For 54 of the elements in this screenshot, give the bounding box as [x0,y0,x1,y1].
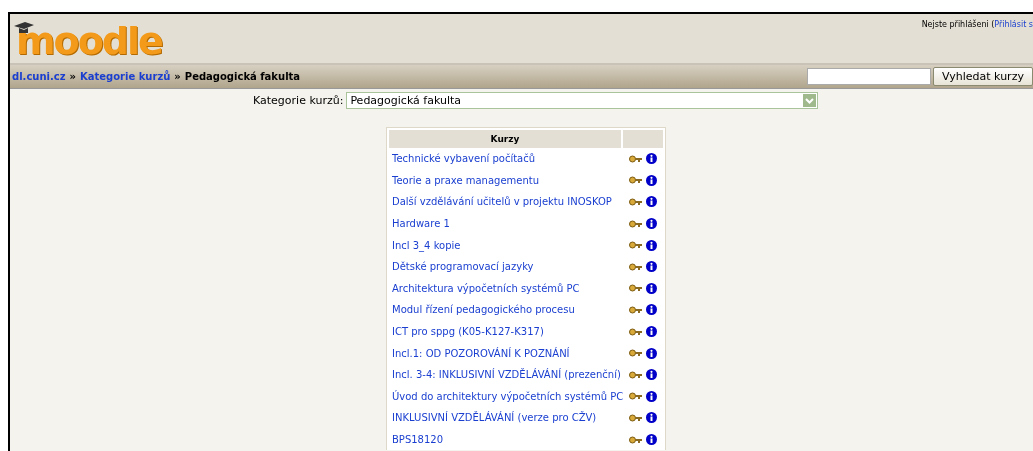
breadcrumb-separator: » [174,71,181,82]
course-link[interactable]: ICT pro sppg (K05-K127-K317) [389,326,629,338]
key-icon [629,154,643,163]
info-icon[interactable] [646,196,657,208]
breadcrumb-separator: » [69,71,76,82]
search-field[interactable] [807,68,931,85]
key-icon [629,327,643,336]
key-icon [629,241,643,250]
course-link[interactable]: Technické vybavení počítačů [389,153,629,165]
info-icon[interactable] [646,261,657,273]
course-link[interactable]: Incl 3_4 kopie [389,239,629,251]
key-icon [629,413,643,422]
course-link[interactable]: Další vzdělávání učitelů v projektu INOSKOP [389,196,629,208]
info-icon[interactable] [646,347,657,359]
category-label: Kategorie kurzů: [253,93,344,107]
course-link[interactable]: Modul řízení pedagogického procesu [389,304,629,316]
login-link[interactable]: Přihlásit s [994,20,1033,63]
course-link[interactable]: Architektura výpočetních systémů PC [389,282,629,294]
key-icon [629,284,643,293]
info-icon[interactable] [646,239,657,251]
column-header: Kurzy [389,130,621,148]
key-icon [629,305,643,314]
course-link[interactable]: Incl. 3-4: INKLUSIVNÍ VZDĚLÁVÁNÍ (prezenční) [389,369,629,381]
breadcrumb-link[interactable]: Kategorie kurzů [80,71,171,82]
breadcrumb-link[interactable]: dl.cuni.cz [12,71,66,82]
info-icon[interactable] [646,304,657,316]
course-link[interactable]: Teorie a praxe managementu [389,174,629,186]
breadcrumb-current: Pedagogická fakulta [184,71,301,82]
info-icon[interactable] [646,218,657,230]
key-icon [629,349,643,358]
course-link[interactable]: Incl.1: OD POZOROVÁNÍ K POZNÁNÍ [389,347,629,359]
column-header [623,130,663,148]
key-icon [629,198,643,206]
search-button[interactable]: Vyhledat kurzy [933,67,1033,86]
key-icon [629,435,643,444]
info-icon[interactable] [646,390,657,402]
key-icon [629,219,643,228]
key-icon [629,370,643,379]
category-dropdown[interactable]: Pedagogická fakulta [346,91,819,109]
info-icon[interactable] [646,282,657,294]
info-icon[interactable] [646,434,657,445]
course-link[interactable]: BPS18120 [389,434,629,445]
course-link[interactable]: INKLUSIVNÍ VZDĚLÁVÁNÍ (verze pro CŽV) [389,412,629,424]
course-link[interactable]: Hardware 1 [389,218,629,230]
info-icon[interactable] [646,369,657,381]
key-icon [629,262,643,271]
info-icon[interactable] [646,326,657,338]
key-icon [629,392,643,401]
key-icon [629,176,643,185]
info-icon[interactable] [646,174,657,186]
course-link[interactable]: Úvod do architektury výpočetních systémů PC [389,390,629,402]
info-icon[interactable] [646,412,657,424]
info-icon[interactable] [646,153,657,165]
course-link[interactable]: Dětské programovací jazyky [389,261,629,273]
